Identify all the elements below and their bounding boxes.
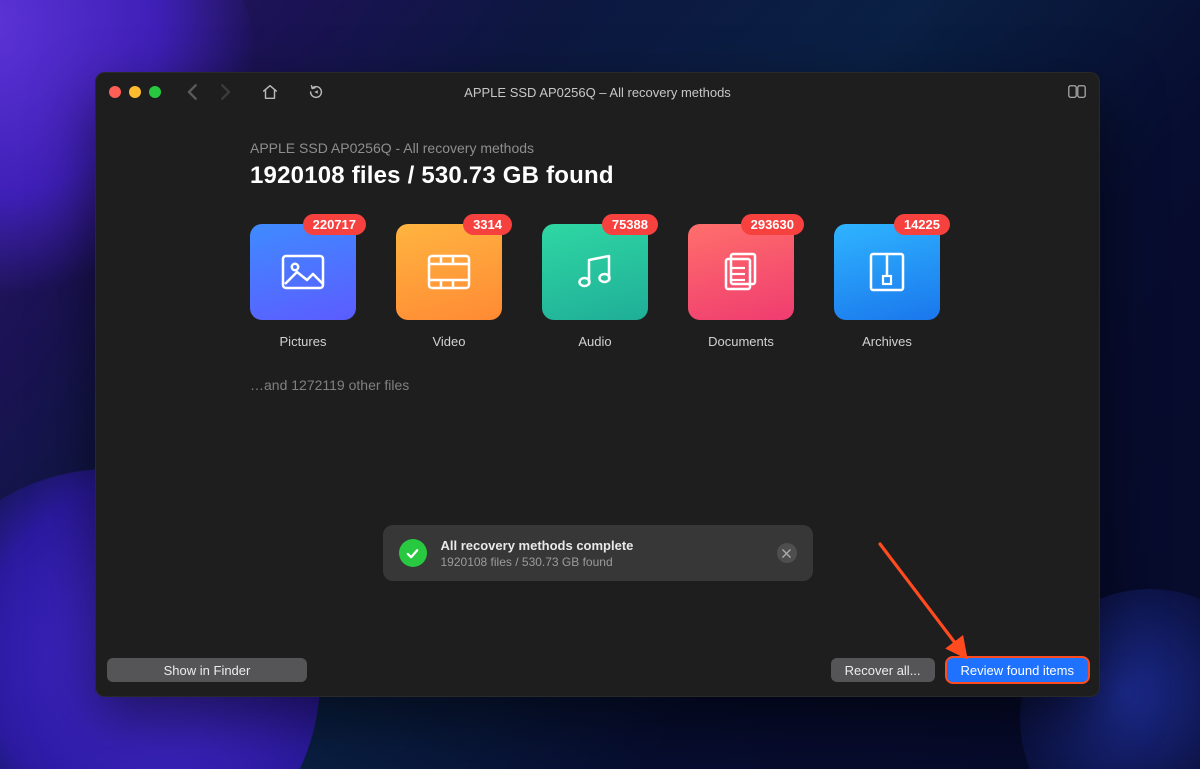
zoom-window-button[interactable] bbox=[149, 86, 161, 98]
show-in-finder-button[interactable]: Show in Finder bbox=[107, 658, 307, 682]
close-icon bbox=[782, 549, 791, 558]
reload-icon bbox=[307, 83, 325, 101]
nav-controls bbox=[185, 84, 233, 100]
chevron-right-icon bbox=[217, 84, 233, 100]
main-content: APPLE SSD AP0256Q - All recovery methods… bbox=[95, 112, 1100, 649]
check-icon bbox=[399, 539, 427, 567]
scan-subtitle: APPLE SSD AP0256Q - All recovery methods bbox=[250, 140, 1100, 156]
count-badge: 293630 bbox=[741, 214, 804, 235]
home-icon bbox=[261, 83, 279, 101]
close-window-button[interactable] bbox=[109, 86, 121, 98]
tile-label: Archives bbox=[834, 334, 940, 349]
count-badge: 75388 bbox=[602, 214, 658, 235]
tile-documents[interactable]: 293630 Documents bbox=[688, 224, 794, 349]
tile-pictures[interactable]: 220717 Pictures bbox=[250, 224, 356, 349]
tile-label: Video bbox=[396, 334, 502, 349]
scan-headline: 1920108 files / 530.73 GB found bbox=[250, 162, 1100, 190]
tile-label: Audio bbox=[542, 334, 648, 349]
footer-bar: Show in Finder Recover all... Review fou… bbox=[95, 649, 1100, 697]
back-button[interactable] bbox=[185, 84, 201, 100]
chevron-left-icon bbox=[185, 84, 201, 100]
review-found-items-button[interactable]: Review found items bbox=[947, 658, 1088, 682]
count-badge: 220717 bbox=[303, 214, 366, 235]
forward-button[interactable] bbox=[217, 84, 233, 100]
toast-close-button[interactable] bbox=[777, 543, 797, 563]
category-tiles: 220717 Pictures 3314 bbox=[250, 224, 1100, 349]
minimize-window-button[interactable] bbox=[129, 86, 141, 98]
tile-audio[interactable]: 75388 Audio bbox=[542, 224, 648, 349]
columns-icon bbox=[1068, 85, 1086, 98]
home-button[interactable] bbox=[261, 83, 279, 101]
rescan-button[interactable] bbox=[307, 83, 325, 101]
toast-title: All recovery methods complete bbox=[441, 538, 777, 553]
window-title: APPLE SSD AP0256Q – All recovery methods bbox=[95, 85, 1100, 100]
count-badge: 14225 bbox=[894, 214, 950, 235]
video-icon bbox=[423, 246, 475, 298]
archives-icon bbox=[861, 246, 913, 298]
other-files-text: …and 1272119 other files bbox=[250, 377, 1100, 393]
recover-all-button[interactable]: Recover all... bbox=[831, 658, 935, 682]
documents-icon bbox=[715, 246, 767, 298]
count-badge: 3314 bbox=[463, 214, 512, 235]
toast-subtitle: 1920108 files / 530.73 GB found bbox=[441, 555, 777, 569]
app-window: APPLE SSD AP0256Q – All recovery methods… bbox=[95, 72, 1100, 697]
status-toast: All recovery methods complete 1920108 fi… bbox=[383, 525, 813, 581]
tile-video[interactable]: 3314 Video bbox=[396, 224, 502, 349]
tile-archives[interactable]: 14225 Archives bbox=[834, 224, 940, 349]
tile-label: Pictures bbox=[250, 334, 356, 349]
window-controls bbox=[109, 86, 161, 98]
audio-icon bbox=[569, 246, 621, 298]
pictures-icon bbox=[277, 246, 329, 298]
sidebar-toggle-button[interactable] bbox=[1068, 83, 1086, 101]
tile-label: Documents bbox=[688, 334, 794, 349]
titlebar: APPLE SSD AP0256Q – All recovery methods bbox=[95, 72, 1100, 112]
